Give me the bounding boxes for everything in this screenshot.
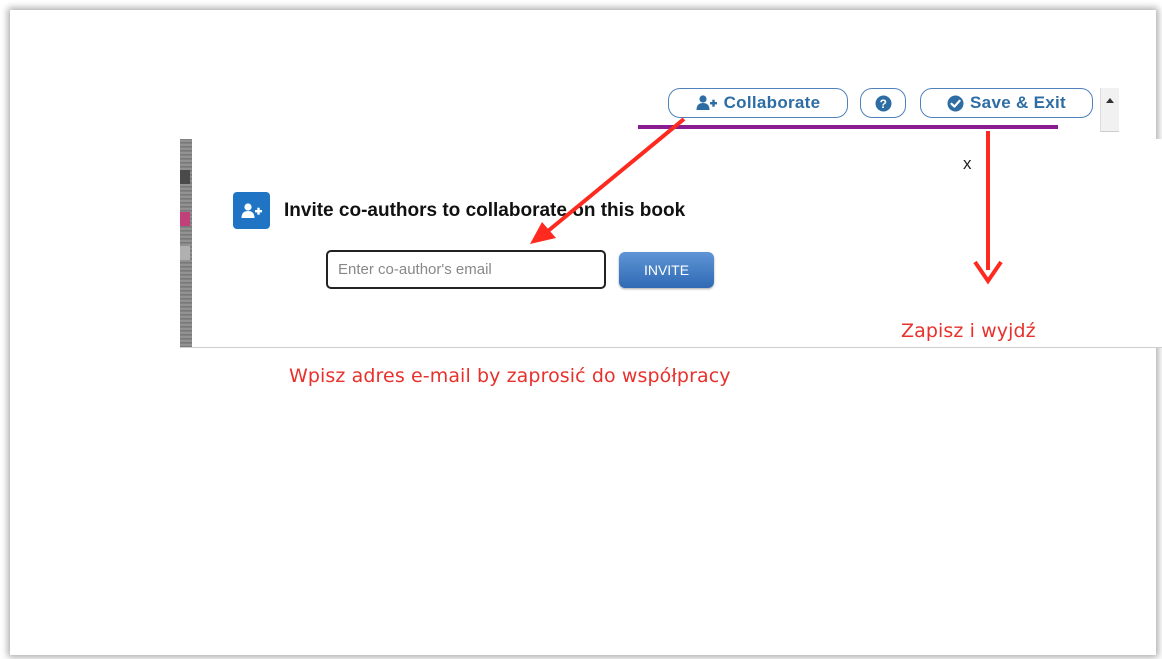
annotation-arrows (530, 117, 1003, 285)
arrow-down-save-exit (973, 131, 1003, 285)
arrow-to-email-field (530, 117, 686, 244)
